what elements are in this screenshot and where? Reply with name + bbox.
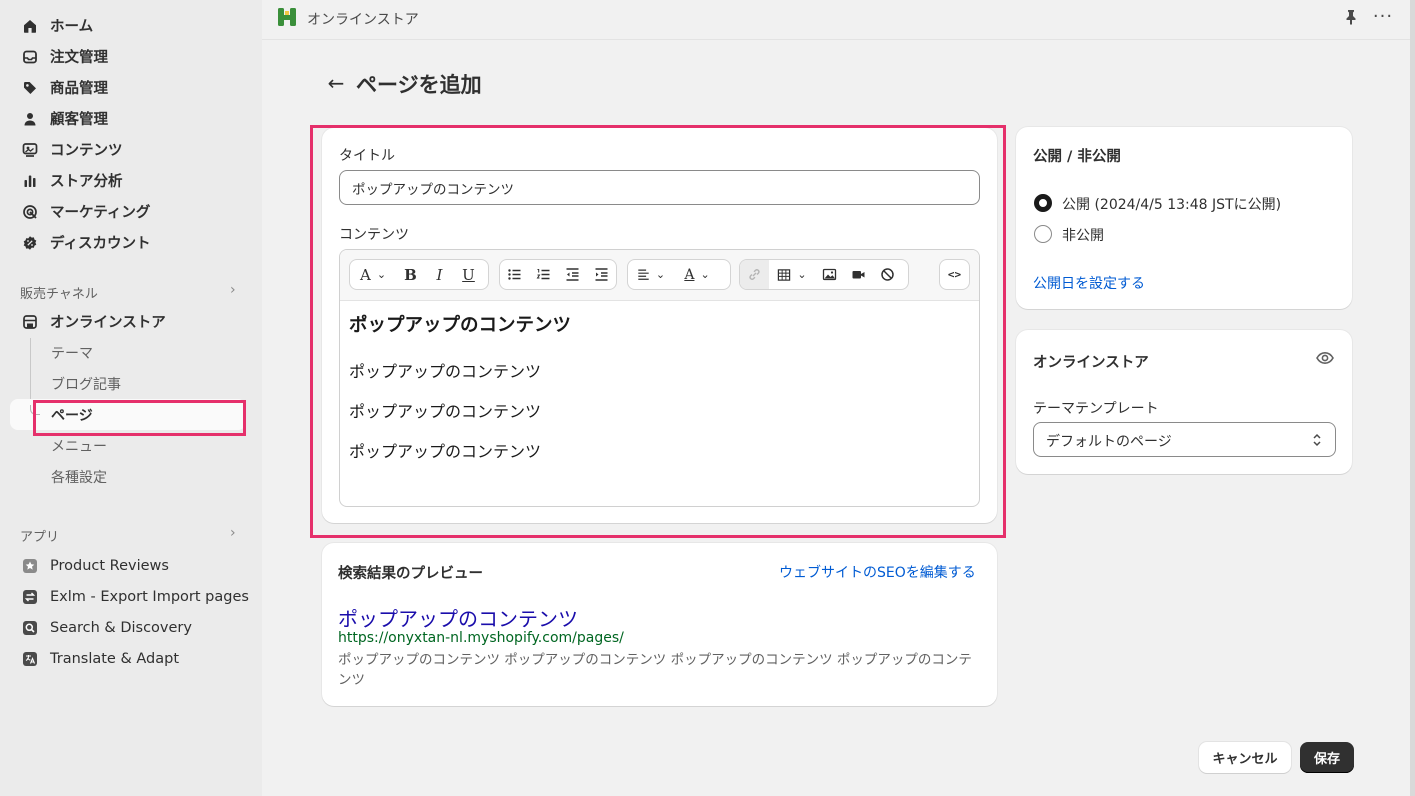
subnav-preferences[interactable]: 各種設定	[0, 461, 262, 492]
nav-products[interactable]: 商品管理	[0, 72, 262, 103]
visible-radio[interactable]	[1034, 194, 1052, 212]
nav-home[interactable]: ホーム	[0, 10, 262, 41]
subnav-themes-label: テーマ	[51, 345, 93, 362]
seo-url: https://onyxtan-nl.myshopify.com/pages/	[338, 630, 624, 646]
app-search-discovery-label: Search & Discovery	[50, 619, 192, 636]
seo-card-title: 検索結果のプレビュー	[338, 566, 483, 582]
app-product-reviews-label: Product Reviews	[50, 557, 169, 574]
export-import-icon	[21, 588, 39, 606]
seo-page-title: ポップアップのコンテンツ	[338, 607, 578, 631]
eye-icon[interactable]	[1315, 348, 1335, 368]
visibility-title: 公開 / 非公開	[1033, 149, 1121, 165]
nav-online-store-label: オンラインストア	[50, 315, 166, 331]
sidebar: ホーム 注文管理 商品管理 顧客管理 コンテンツ ストア分析 マーケティング デ…	[0, 0, 262, 796]
person-icon	[21, 110, 39, 128]
nav-online-store[interactable]: オンラインストア	[0, 306, 262, 337]
nav-discounts-label: ディスカウント	[50, 236, 151, 252]
nav-analytics[interactable]: ストア分析	[0, 165, 262, 196]
save-button[interactable]: 保存	[1300, 742, 1354, 773]
subnav-blog-posts[interactable]: ブログ記事	[0, 368, 262, 399]
nav-marketing-label: マーケティング	[50, 205, 151, 221]
store-icon	[21, 313, 39, 331]
top-bar: オンラインストア ···	[262, 0, 1415, 40]
seo-description: ポップアップのコンテンツ ポップアップのコンテンツ ポップアップのコンテンツ ポ…	[338, 652, 972, 688]
content-icon	[21, 141, 39, 159]
nav-content-label: コンテンツ	[50, 143, 123, 159]
scrollbar-edge	[1410, 0, 1415, 796]
bar-chart-icon	[21, 172, 39, 190]
nav-discounts[interactable]: ディスカウント	[0, 227, 262, 258]
nav-customers[interactable]: 顧客管理	[0, 103, 262, 134]
home-icon	[21, 17, 39, 35]
tag-icon	[21, 79, 39, 97]
online-store-card-title: オンラインストア	[1033, 355, 1149, 371]
page-title: ページを追加	[356, 73, 482, 97]
nav-customers-label: 顧客管理	[50, 112, 108, 128]
subnav-menus-label: メニュー	[51, 438, 107, 455]
select-arrows-icon	[1313, 433, 1321, 447]
theme-template-label: テーマテンプレート	[1033, 401, 1159, 417]
search-discovery-icon	[21, 619, 39, 637]
edit-seo-link[interactable]: ウェブサイトのSEOを編集する	[779, 562, 976, 582]
cancel-button[interactable]: キャンセル	[1199, 742, 1291, 773]
visible-radio-label: 公開 (2024/4/5 13:48 JSTに公開)	[1062, 197, 1282, 213]
subnav-blog-posts-label: ブログ記事	[51, 376, 121, 393]
app-exlm-label: Exlm - Export Import pages	[50, 588, 249, 605]
pages-highlight-box	[33, 400, 246, 436]
discount-icon	[21, 234, 39, 252]
hidden-radio-label: 非公開	[1062, 228, 1104, 244]
pin-icon[interactable]	[1342, 8, 1360, 26]
nav-home-label: ホーム	[50, 19, 94, 35]
more-actions-icon[interactable]: ···	[1372, 6, 1394, 28]
back-arrow-icon[interactable]: ←	[325, 71, 347, 95]
app-product-reviews[interactable]: Product Reviews	[0, 550, 262, 581]
app-translate-adapt-label: Translate & Adapt	[50, 650, 180, 667]
nav-orders-label: 注文管理	[50, 50, 108, 66]
subnav-themes[interactable]: テーマ	[0, 337, 262, 368]
target-icon	[21, 203, 39, 221]
app-exlm[interactable]: Exlm - Export Import pages	[0, 581, 262, 612]
store-logo-icon	[278, 8, 296, 26]
theme-template-value: デフォルトのページ	[1046, 434, 1172, 450]
subnav-preferences-label: 各種設定	[51, 469, 107, 486]
set-visibility-date-link[interactable]: 公開日を設定する	[1033, 273, 1145, 293]
sales-channels-chevron-icon[interactable]: ›	[230, 282, 236, 298]
sales-channels-heading: 販売チャネル	[20, 287, 98, 302]
apps-heading: アプリ	[20, 530, 60, 545]
inbox-icon	[21, 48, 39, 66]
star-icon	[21, 557, 39, 575]
nav-orders[interactable]: 注文管理	[0, 41, 262, 72]
nav-analytics-label: ストア分析	[50, 174, 123, 190]
editor-highlight-box	[310, 125, 1006, 538]
translate-icon	[21, 650, 39, 668]
nav-products-label: 商品管理	[50, 81, 108, 97]
store-name: オンラインストア	[307, 12, 419, 28]
nav-marketing[interactable]: マーケティング	[0, 196, 262, 227]
theme-template-select[interactable]: デフォルトのページ	[1033, 422, 1336, 457]
apps-chevron-icon[interactable]: ›	[230, 525, 236, 541]
app-translate-adapt[interactable]: Translate & Adapt	[0, 643, 262, 674]
hidden-radio[interactable]	[1034, 225, 1052, 243]
nav-content[interactable]: コンテンツ	[0, 134, 262, 165]
app-search-discovery[interactable]: Search & Discovery	[0, 612, 262, 643]
